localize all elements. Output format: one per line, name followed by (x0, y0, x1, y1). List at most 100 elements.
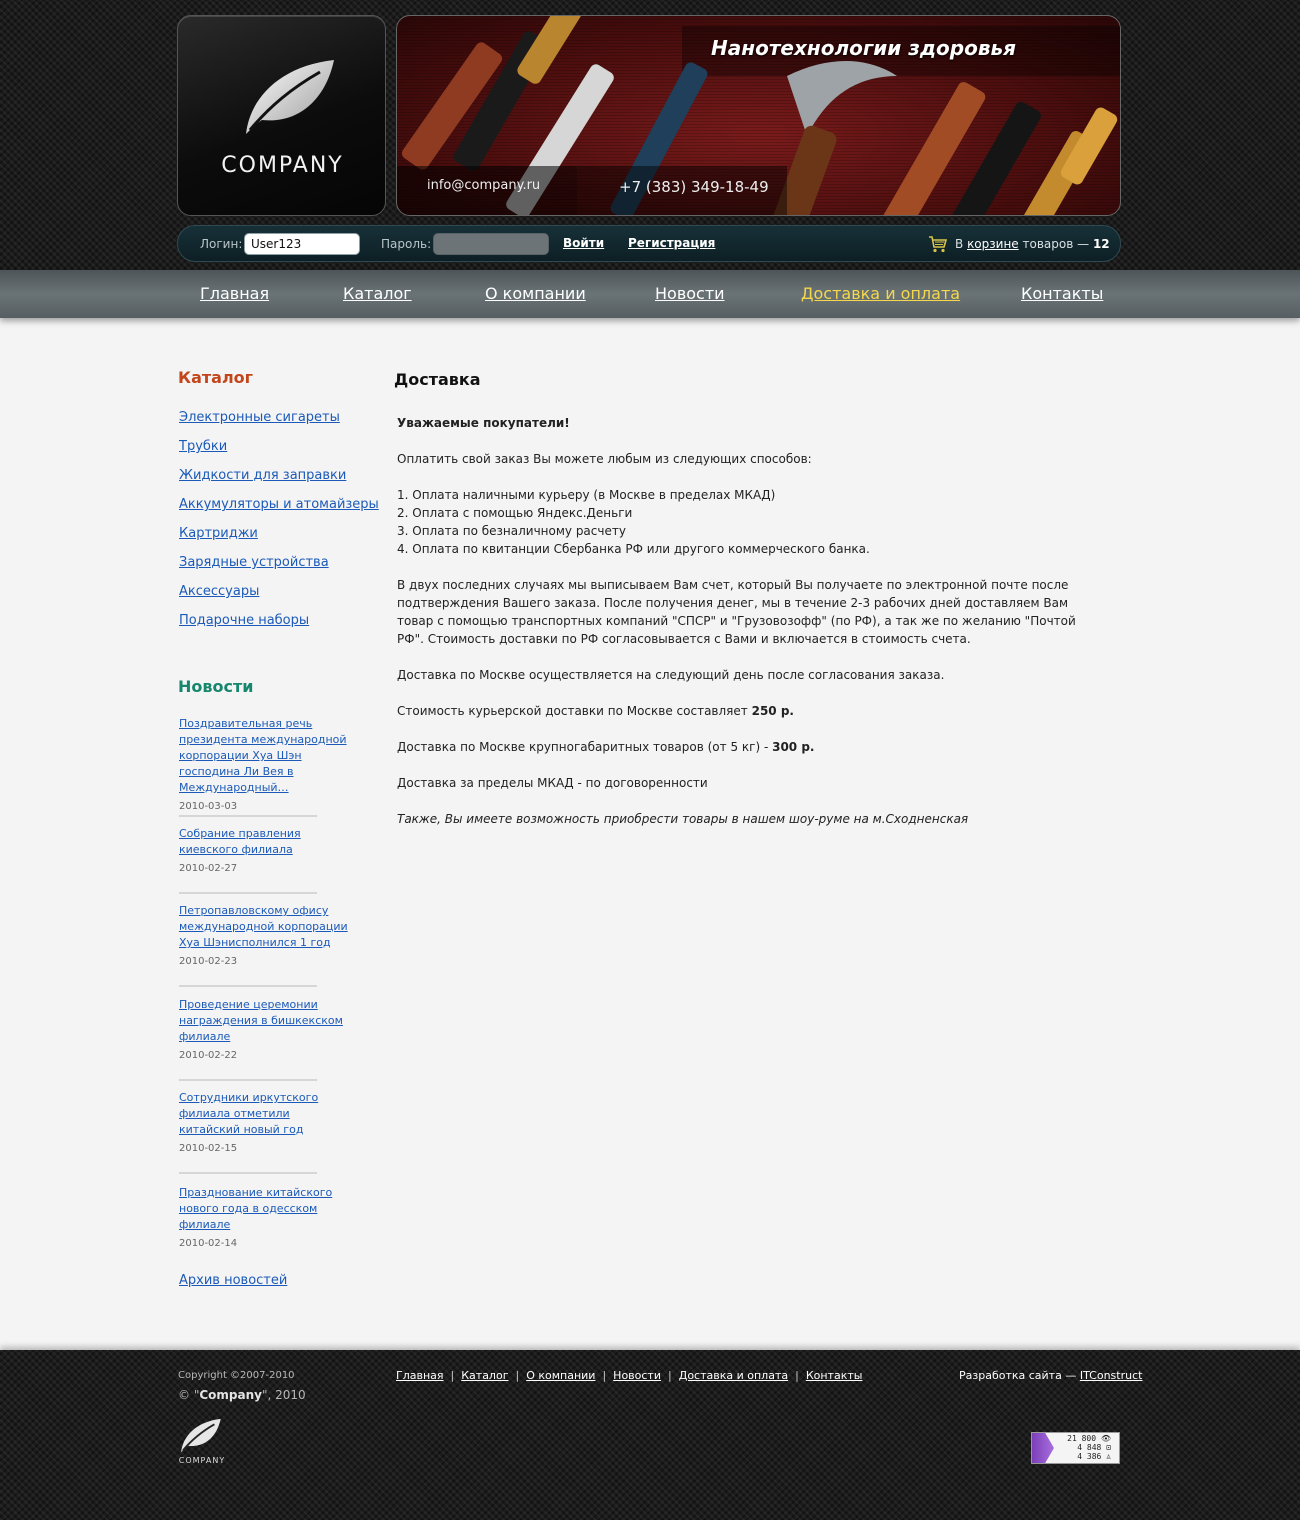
counter-views: 21 800 👁 (1067, 1434, 1111, 1443)
login-input[interactable] (244, 233, 360, 255)
payment-intro: Оплатить свой заказ Вы можете любым из с… (397, 452, 812, 466)
main-menu: Главная Каталог О компании Новости Доста… (0, 270, 1300, 318)
catalog-item: Картриджи (179, 522, 379, 551)
footer-nav: Главная | Каталог | О компании | Новости | Доста… (396, 1369, 862, 1382)
counter-visits: 4 848 ⊡ (1077, 1443, 1111, 1452)
copyright-suffix: ", 2010 (261, 1388, 306, 1402)
payment-method: 1. Оплата наличными курьеру (в Москве в … (397, 488, 776, 502)
leaf-logo-icon (246, 60, 334, 134)
cart-icon[interactable] (928, 235, 948, 253)
menu-item-home[interactable]: Главная (200, 284, 269, 303)
catalog-title: Каталог (178, 368, 254, 387)
news-date: 2010-03-03 (179, 801, 238, 812)
header-email[interactable]: info@company.ru (427, 178, 540, 193)
footer-link-about[interactable]: О компании (526, 1369, 595, 1382)
login-button[interactable]: Войти (563, 236, 604, 250)
copyright-name: Company (199, 1388, 262, 1402)
menu-item-delivery[interactable]: Доставка и оплата (801, 284, 960, 303)
payment-methods: 1. Оплата наличными курьеру (в Москве в … (397, 486, 1097, 558)
news-link[interactable]: Поздравительная речь президента междунар… (179, 716, 349, 796)
courier-cost: Стоимость курьерской доставки по Москве … (397, 702, 1097, 720)
login-bar: Логин: Пароль: Войти Регистрация В корзи… (177, 225, 1121, 262)
news-divider (179, 985, 317, 987)
catalog-link-cartridges[interactable]: Картриджи (179, 526, 258, 541)
bulk-cost-value: 300 р. (772, 740, 815, 754)
news-date: 2010-02-22 (179, 1050, 238, 1061)
news-item: Петропавловскому офису международной кор… (179, 903, 349, 967)
footer: Copyright ©2007-2010 © "Company", 2010 C… (0, 1350, 1300, 1520)
courier-cost-value: 250 р. (751, 704, 794, 718)
payment-method: 3. Оплата по безналичному расчету (397, 524, 626, 538)
visit-counter[interactable]: 21 800 👁 4 848 ⊡ 4 386 ♙ (1031, 1432, 1120, 1464)
catalog-link-chargers[interactable]: Зарядные устройства (179, 555, 329, 570)
news-date: 2010-02-14 (179, 1238, 238, 1249)
news-archive-link[interactable]: Архив новостей (179, 1273, 287, 1288)
outside-mkad-text: Доставка за пределы МКАД - по договоренн… (397, 776, 708, 790)
news-date: 2010-02-27 (179, 863, 238, 874)
catalog-item: Подарочне наборы (179, 609, 379, 638)
footer-logo-text: COMPANY (178, 1456, 226, 1465)
developer-link[interactable]: ITConstruct (1080, 1369, 1143, 1382)
news-date: 2010-02-23 (179, 956, 238, 967)
footer-link-contacts[interactable]: Контакты (806, 1369, 863, 1382)
password-input[interactable] (433, 233, 549, 255)
footer-leaf-logo-icon[interactable] (177, 1418, 223, 1454)
logo-text: COMPANY (221, 153, 344, 178)
header-banner: Нанотехнологии здоровья info@company.ru … (396, 15, 1121, 216)
counter-bars-icon (1032, 1433, 1054, 1463)
news-item: Проведение церемонии награждения в бишке… (179, 997, 349, 1061)
cart-count: 12 (1092, 237, 1110, 251)
news-link[interactable]: Собрание правления киевского филиала (179, 826, 349, 858)
news-divider (179, 1172, 317, 1174)
footer-nav-separator: | (515, 1369, 520, 1382)
news-link[interactable]: Празднование китайского нового года в од… (179, 1185, 349, 1233)
showroom-text: Также, Вы имеете возможность приобрести … (397, 812, 969, 826)
copyright-years: Copyright ©2007-2010 (178, 1370, 295, 1381)
catalog-link-ecigs[interactable]: Электронные сигареты (179, 410, 340, 425)
news-link[interactable]: Сотрудники иркутского филиала отметили к… (179, 1090, 349, 1138)
cart-summary: В корзине товаров — 12 (955, 237, 1110, 251)
developer-credit: Разработка сайта — ITConstruct (959, 1369, 1142, 1382)
footer-link-delivery[interactable]: Доставка и оплата (679, 1369, 788, 1382)
catalog-item: Зарядные устройства (179, 551, 379, 580)
cart-suffix: товаров — (1022, 237, 1090, 251)
catalog-link-gifts[interactable]: Подарочне наборы (179, 613, 309, 628)
cart-link[interactable]: корзине (967, 237, 1019, 251)
password-label: Пароль: (381, 237, 432, 251)
counter-values: 21 800 👁 4 848 ⊡ 4 386 ♙ (1067, 1434, 1111, 1461)
menu-item-catalog[interactable]: Каталог (343, 284, 412, 303)
catalog-item: Аксессуары (179, 580, 379, 609)
footer-link-catalog[interactable]: Каталог (461, 1369, 508, 1382)
menu-item-news[interactable]: Новости (655, 284, 725, 303)
payment-method: 4. Оплата по квитанции Сбербанка РФ или … (397, 542, 870, 556)
catalog-item: Трубки (179, 435, 379, 464)
copyright: © "Company", 2010 (178, 1388, 306, 1402)
footer-nav-separator: | (450, 1369, 455, 1382)
register-link[interactable]: Регистрация (628, 236, 715, 250)
catalog-link-accessories[interactable]: Аксессуары (179, 584, 259, 599)
footer-link-news[interactable]: Новости (613, 1369, 661, 1382)
footer-nav-separator: | (602, 1369, 607, 1382)
catalog-link-batteries[interactable]: Аккумуляторы и атомайзеры (179, 497, 379, 512)
footer-nav-separator: | (795, 1369, 799, 1382)
moscow-delivery-text: Доставка по Москве осуществляется на сле… (397, 668, 945, 682)
news-title: Новости (178, 677, 254, 696)
catalog-link-liquids[interactable]: Жидкости для заправки (179, 468, 346, 483)
payment-method: 2. Оплата с помощью Яндекс.Деньги (397, 506, 633, 520)
news-item: Празднование китайского нового года в од… (179, 1185, 349, 1249)
news-date: 2010-02-15 (179, 1143, 238, 1154)
catalog-link-pipes[interactable]: Трубки (179, 439, 227, 454)
footer-link-home[interactable]: Главная (396, 1369, 444, 1382)
menu-item-contacts[interactable]: Контакты (1021, 284, 1103, 303)
login-label: Логин: (200, 237, 243, 251)
menu-item-about[interactable]: О компании (485, 284, 586, 303)
news-divider (179, 892, 317, 894)
logo[interactable]: COMPANY (177, 15, 386, 216)
news-link[interactable]: Проведение церемонии награждения в бишке… (179, 997, 349, 1045)
developer-label: Разработка сайта — (959, 1369, 1077, 1382)
catalog-item: Аккумуляторы и атомайзеры (179, 493, 379, 522)
header-phone: +7 (383) 349-18-49 (619, 178, 769, 196)
news-link[interactable]: Петропавловскому офису международной кор… (179, 903, 349, 951)
page-title: Доставка (394, 370, 481, 389)
slogan: Нанотехнологии здоровья (711, 36, 1016, 60)
